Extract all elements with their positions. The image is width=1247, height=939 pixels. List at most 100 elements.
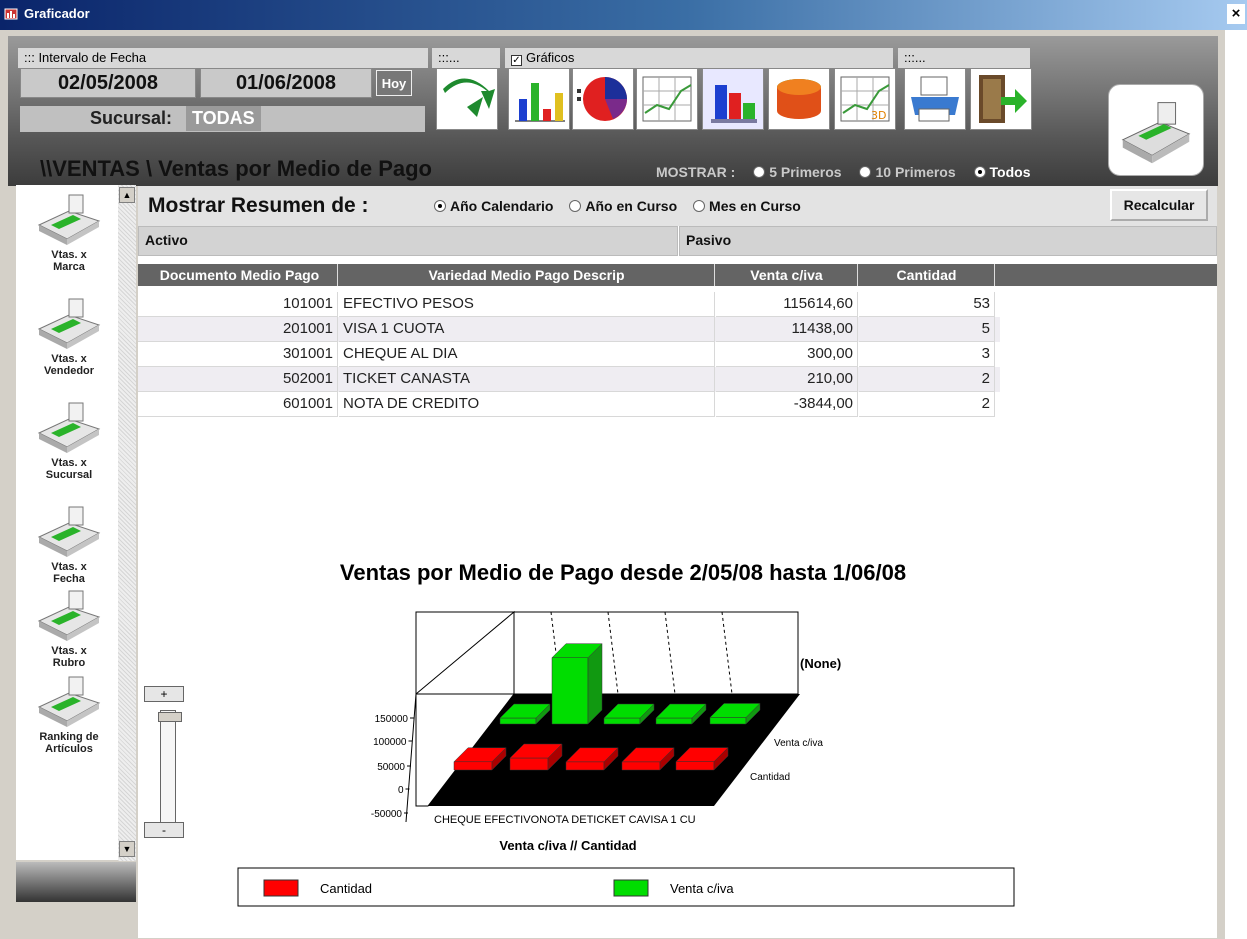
radio-icon[interactable] <box>569 200 582 212</box>
line-chart-3d-icon: 3D <box>840 76 890 122</box>
sucursal-field[interactable]: Sucursal: TODAS <box>20 106 425 132</box>
line-chart-3d-button[interactable]: 3D <box>834 68 896 130</box>
hoy-button[interactable]: Hoy <box>376 70 412 96</box>
mostrar-option-todos[interactable]: Todos <box>973 164 1031 180</box>
chart-title: Ventas por Medio de Pago desde 2/05/08 h… <box>340 560 906 585</box>
bar-cantidad-side <box>603 747 619 771</box>
graficos-checkbox[interactable]: ✓ Gráficos <box>505 48 893 68</box>
bar-chart-icon <box>515 83 565 122</box>
line-chart-button[interactable] <box>636 68 698 130</box>
chart-side-wall <box>415 611 515 695</box>
bar-venta-top <box>709 703 761 718</box>
cell-venta: 115614,60 <box>716 292 858 317</box>
resumen-option-label: Mes en Curso <box>709 198 801 214</box>
cell-variedad: TICKET CANASTA <box>339 367 715 392</box>
line-chart-icon <box>642 76 692 122</box>
date-to-field[interactable]: 01/06/2008 <box>200 68 372 98</box>
resumen-option-mes-en-curso[interactable]: Mes en Curso <box>693 198 801 214</box>
close-button[interactable]: × <box>1227 4 1245 24</box>
bar-cantidad-top <box>509 743 563 759</box>
table-row[interactable]: 101001 EFECTIVO PESOS 115614,60 53 <box>138 292 1000 317</box>
group-activo[interactable]: Activo <box>138 226 678 256</box>
panel4-title: :::... <box>898 48 1030 68</box>
bar-cantidad-side <box>713 747 729 771</box>
refresh-icon <box>443 78 495 117</box>
cylinder-chart-button[interactable] <box>768 68 830 130</box>
fecha-panel-title: ::: Intervalo de Fecha <box>18 48 428 68</box>
radio-icon[interactable] <box>753 166 766 178</box>
graficos-label: Gráficos <box>526 50 575 65</box>
sidebar-item-label: Vtas. x Fecha <box>51 561 87 585</box>
radio-icon[interactable] <box>859 166 872 178</box>
scroll-down-icon[interactable]: ▼ <box>119 841 135 857</box>
sidebar-item-label: Vtas. x Rubro <box>51 645 87 669</box>
table-row[interactable]: 601001 NOTA DE CREDITO -3844,00 2 <box>138 392 1000 417</box>
bar-venta-top <box>655 703 707 719</box>
refresh-button[interactable] <box>436 68 498 130</box>
sidebar-item[interactable]: Vtas. x Rubro <box>16 585 122 669</box>
series-label-cantidad: Cantidad <box>750 772 790 783</box>
bar-venta-top <box>499 703 551 719</box>
column-header-variedad[interactable]: Variedad Medio Pago Descrip <box>339 264 715 286</box>
legend-swatch <box>263 879 299 897</box>
sidebar-item[interactable]: Vtas. x Sucursal <box>16 397 122 481</box>
zoom-slider[interactable] <box>160 710 176 824</box>
bar-cantidad <box>453 761 493 771</box>
bar-venta-top <box>603 703 655 719</box>
recalcular-button[interactable]: Recalcular <box>1110 189 1208 221</box>
legend-label: Cantidad <box>320 881 372 896</box>
zoom-out-button[interactable]: - <box>144 822 184 838</box>
mostrar-selector: MOSTRAR : 5 Primeros 10 Primeros Todos <box>656 164 1031 180</box>
column-header-documento[interactable]: Documento Medio Pago <box>142 264 338 286</box>
sucursal-value[interactable]: TODAS <box>186 106 261 131</box>
radio-selected-icon[interactable] <box>973 166 986 178</box>
exit-icon <box>979 75 1027 123</box>
scroll-up-icon[interactable]: ▲ <box>119 187 135 203</box>
cell-cantidad: 53 <box>859 292 995 317</box>
sidebar-item[interactable]: Vtas. x Fecha <box>16 501 122 585</box>
column-header-venta[interactable]: Venta c/iva <box>716 264 858 286</box>
radio-icon[interactable] <box>693 200 706 212</box>
pie-chart-button[interactable] <box>572 68 634 130</box>
cash-register-icon <box>37 590 101 641</box>
date-from-field[interactable]: 02/05/2008 <box>20 68 196 98</box>
column-header-cantidad[interactable]: Cantidad <box>859 264 995 286</box>
series-label-venta: Venta c/iva <box>774 738 823 749</box>
bar-cantidad-side <box>547 743 563 771</box>
sidebar: Vtas. x Marca Vtas. x Vendedor Vtas. x Suc… <box>16 185 122 860</box>
x-axis-title: Venta c/iva // Cantidad <box>499 838 636 853</box>
sidebar-item[interactable]: Vtas. x Vendedor <box>16 293 122 377</box>
cell-cantidad: 5 <box>859 317 995 342</box>
bar-cantidad-top <box>621 747 675 763</box>
resumen-option-anio-en-curso[interactable]: Año en Curso <box>569 198 677 214</box>
table-header: Documento Medio Pago Variedad Medio Pago… <box>138 264 1217 286</box>
table-row[interactable]: 301001 CHEQUE AL DIA 300,00 3 <box>138 342 1000 367</box>
print-button[interactable] <box>904 68 966 130</box>
cell-cantidad: 3 <box>859 342 995 367</box>
radio-selected-icon[interactable] <box>434 200 446 212</box>
exit-button[interactable] <box>970 68 1032 130</box>
bar-chart-button[interactable] <box>508 68 570 130</box>
y-axis-line <box>405 693 417 823</box>
table-row[interactable]: 502001 TICKET CANASTA 210,00 2 <box>138 367 1000 392</box>
mostrar-option-10[interactable]: 10 Primeros <box>859 164 956 180</box>
bar-3d-button[interactable] <box>702 68 764 130</box>
table-row[interactable]: 201001 VISA 1 CUOTA 11438,00 5 <box>138 317 1000 342</box>
group-pasivo[interactable]: Pasivo <box>679 226 1217 256</box>
chart-left-frame <box>415 610 515 807</box>
sidebar-footer <box>16 862 136 902</box>
bar-cantidad-top <box>453 747 507 763</box>
resumen-option-anio-calendario[interactable]: Año Calendario <box>434 198 553 214</box>
cash-register-icon <box>37 506 101 557</box>
zoom-control: + - <box>144 686 184 838</box>
svg-text:3D: 3D <box>871 109 886 122</box>
checkbox-icon[interactable]: ✓ <box>511 55 522 66</box>
zoom-in-button[interactable]: + <box>144 686 184 702</box>
sidebar-item[interactable]: Ranking de Artículos <box>16 671 122 755</box>
sidebar-item[interactable]: Vtas. x Marca <box>16 189 122 273</box>
bar-venta-side <box>691 703 707 725</box>
zoom-slider-thumb[interactable] <box>158 712 182 722</box>
mostrar-option-5-label: 5 Primeros <box>769 164 842 180</box>
mostrar-option-5[interactable]: 5 Primeros <box>753 164 842 180</box>
sidebar-scrollbar[interactable]: ▲ ▼ <box>118 185 136 861</box>
